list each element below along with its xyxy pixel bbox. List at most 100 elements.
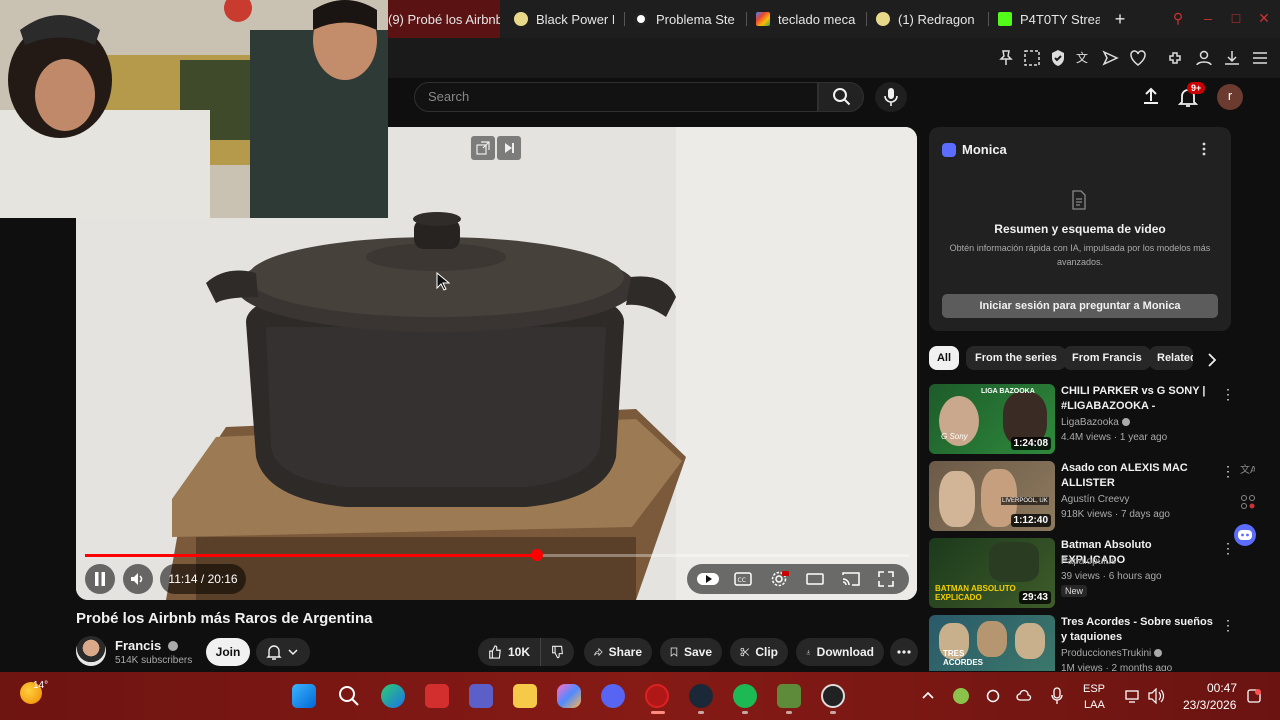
input-language[interactable]: ESP	[1083, 683, 1105, 695]
screenshot-icon[interactable]	[1022, 48, 1042, 68]
obs-icon[interactable]	[821, 684, 845, 708]
opera-icon[interactable]	[645, 684, 669, 708]
tab-kick-stream[interactable]: P4T0TY Strea	[998, 0, 1100, 38]
recommendation-item[interactable]: LIGA BAZOOKA G Sony 1:24:08 CHILI PARKER…	[929, 384, 1239, 456]
more-vertical-icon[interactable]: ⋮	[1221, 463, 1235, 480]
video-thumbnail[interactable]: TRES ACORDES	[929, 615, 1055, 671]
save-button[interactable]: Save	[660, 638, 722, 666]
profile-icon[interactable]	[1194, 48, 1214, 68]
avatar[interactable]: r	[1217, 84, 1243, 110]
fullscreen-icon[interactable]	[878, 571, 894, 587]
channel-name[interactable]: Papalopulus	[1061, 556, 1116, 567]
cast-icon[interactable]	[842, 571, 860, 587]
video-thumbnail[interactable]: LIGA BAZOOKA G Sony 1:24:08	[929, 384, 1055, 454]
voice-search-button[interactable]	[875, 82, 907, 112]
join-button[interactable]: Join	[206, 638, 250, 666]
recommendation-item[interactable]: TRES ACORDES Tres Acordes - Sobre sueños…	[929, 615, 1239, 671]
more-vertical-icon[interactable]: ⋮	[1221, 386, 1235, 403]
mute-button[interactable]	[123, 564, 153, 594]
autoplay-toggle[interactable]	[697, 573, 719, 585]
apps-icon[interactable]	[1240, 494, 1256, 510]
search-icon[interactable]	[338, 685, 360, 707]
subscribe-notifications-button[interactable]	[256, 638, 310, 666]
microphone-icon[interactable]	[1051, 687, 1063, 705]
channel-name[interactable]: ProduccionesTrukini	[1061, 648, 1163, 659]
chip-all[interactable]: All	[929, 346, 959, 370]
chevron-up-icon[interactable]	[922, 690, 934, 700]
tab-active[interactable]: (9) Probé los Airbnb	[388, 0, 500, 38]
windows-start-icon[interactable]	[292, 684, 316, 708]
recommendation-item[interactable]: LIVERPOOL, UK 1:12:40 Asado con ALEXIS M…	[929, 461, 1239, 533]
video-thumbnail[interactable]: LIVERPOOL, UK 1:12:40	[929, 461, 1055, 531]
extensions-icon[interactable]	[1166, 48, 1186, 68]
send-icon[interactable]	[1100, 48, 1120, 68]
speaker-icon[interactable]	[1148, 688, 1166, 704]
clock-time[interactable]: 00:47	[1207, 681, 1237, 695]
video-title[interactable]: Asado con ALEXIS MAC ALLISTER	[1061, 461, 1213, 491]
download-icon[interactable]	[1222, 48, 1242, 68]
settings-gear-icon[interactable]	[770, 570, 790, 588]
monica-signin-button[interactable]: Iniciar sesión para preguntar a Monica	[942, 294, 1218, 318]
chip-related[interactable]: Related	[1149, 346, 1193, 370]
maximize-icon[interactable]: □	[1228, 10, 1244, 26]
progress-bar[interactable]	[85, 549, 909, 561]
heart-icon[interactable]	[1128, 48, 1148, 68]
channel-avatar[interactable]	[76, 636, 106, 666]
skip-button[interactable]	[497, 136, 521, 160]
menu-icon[interactable]	[1250, 48, 1270, 68]
search-button[interactable]	[818, 82, 864, 112]
notifications-button[interactable]: 9+	[1177, 82, 1206, 108]
new-tab-button[interactable]: +	[1110, 0, 1130, 38]
like-button[interactable]: 10K	[478, 638, 540, 666]
tray-app-icon[interactable]	[953, 688, 969, 704]
copilot-icon[interactable]	[557, 684, 581, 708]
sync-icon[interactable]	[985, 688, 1001, 704]
more-actions-button[interactable]	[890, 638, 918, 666]
share-button[interactable]: Share	[584, 638, 652, 666]
shield-check-icon[interactable]	[1048, 48, 1068, 68]
pause-button[interactable]	[85, 564, 115, 594]
teams-icon[interactable]	[469, 684, 493, 708]
channel-name[interactable]: Agustín Creevy	[1061, 494, 1129, 505]
theater-mode-icon[interactable]	[806, 571, 824, 587]
cloud-icon[interactable]	[1016, 688, 1032, 704]
video-thumbnail[interactable]: BATMAN ABSOLUTO EXPLICADO 29:43	[929, 538, 1055, 608]
tab-chatgpt[interactable]: Problema Ste	[634, 0, 736, 38]
close-icon[interactable]: ✕	[1256, 10, 1272, 26]
dislike-button[interactable]	[540, 638, 574, 666]
acrobat-icon[interactable]	[425, 684, 449, 708]
discord-icon[interactable]	[601, 684, 625, 708]
pin-icon[interactable]	[996, 48, 1016, 68]
search-input[interactable]: Search	[414, 82, 818, 112]
captions-icon[interactable]: CC	[734, 571, 752, 587]
recommendation-item[interactable]: BATMAN ABSOLUTO EXPLICADO 29:43 Batman A…	[929, 538, 1239, 610]
more-vertical-icon[interactable]: ⋮	[1221, 540, 1235, 557]
more-vertical-icon[interactable]: ⋮	[1221, 617, 1235, 634]
chip-from-francis[interactable]: From Francis	[1063, 346, 1151, 370]
network-icon[interactable]	[1124, 688, 1140, 704]
video-title[interactable]: Tres Acordes - Sobre sueños y taquiones	[1061, 615, 1213, 645]
popout-button[interactable]	[471, 136, 495, 160]
file-explorer-icon[interactable]	[513, 684, 537, 708]
more-vertical-icon[interactable]	[1202, 142, 1206, 156]
channel-name[interactable]: Francis	[115, 638, 178, 653]
upload-icon[interactable]	[1141, 86, 1161, 106]
chevron-right-icon[interactable]	[1207, 353, 1217, 367]
translate-icon[interactable]: 文A	[1239, 461, 1255, 477]
minimize-icon[interactable]: –	[1200, 10, 1216, 26]
translate-icon[interactable]: 文	[1074, 48, 1094, 68]
notification-center-icon[interactable]	[1246, 688, 1262, 704]
monica-launcher-button[interactable]	[1234, 524, 1256, 546]
download-button[interactable]: Download	[796, 638, 884, 666]
search-tabs-icon[interactable]: ⚲	[1170, 10, 1186, 26]
channel-name[interactable]: LigaBazooka	[1061, 417, 1130, 428]
chip-from-the-series[interactable]: From the series	[966, 346, 1066, 370]
steam-icon[interactable]	[689, 684, 713, 708]
tab-black-power[interactable]: Black Power F	[514, 0, 614, 38]
clip-button[interactable]: Clip	[730, 638, 788, 666]
minecraft-icon[interactable]	[777, 684, 801, 708]
tab-teclado[interactable]: teclado meca	[756, 0, 858, 38]
spotify-icon[interactable]	[733, 684, 757, 708]
tab-redragon[interactable]: (1) Redragon	[876, 0, 978, 38]
edge-icon[interactable]	[381, 684, 405, 708]
